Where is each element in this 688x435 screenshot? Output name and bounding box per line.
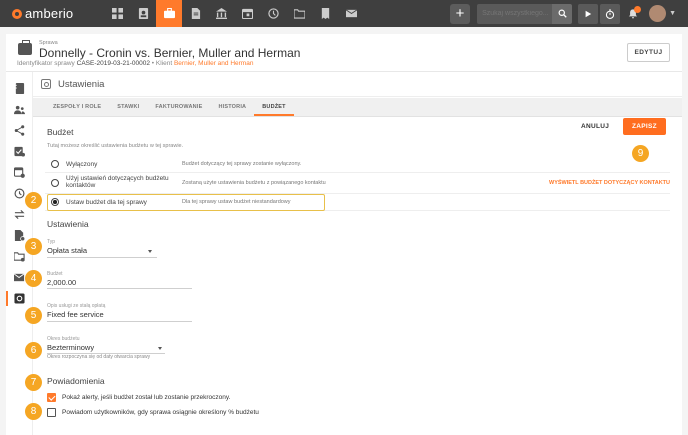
callout-badge: 3: [25, 238, 42, 255]
edit-button[interactable]: EDYTUJ: [627, 43, 670, 62]
avatar[interactable]: [649, 5, 667, 22]
desc-underline: [47, 321, 192, 322]
main-content: Ustawienia ZESPOŁY I ROLE STAWKI FAKTURO…: [33, 72, 682, 435]
invoices-icon[interactable]: [312, 0, 338, 27]
app-logo[interactable]: amberio: [12, 6, 92, 21]
callout-badge: 6: [25, 342, 42, 359]
settings-header: Ustawienia: [33, 72, 682, 97]
settings-icon: [41, 79, 51, 89]
type-underline: [47, 257, 157, 258]
budget-option-disabled[interactable]: Wyłączony Budżet dotyczący tej sprawy zo…: [45, 156, 670, 173]
option-desc: Budżet dotyczący tej sprawy zostanie wył…: [182, 161, 302, 167]
settings-icon[interactable]: [6, 288, 33, 309]
radio-contact[interactable]: [51, 179, 59, 187]
logo-mark-icon: [12, 8, 22, 19]
chevron-down-icon[interactable]: [158, 347, 162, 350]
share-icon[interactable]: [6, 120, 33, 141]
folder-icon[interactable]: [286, 0, 312, 27]
time-icon[interactable]: [260, 0, 286, 27]
cancel-button[interactable]: ANULUJ: [581, 123, 609, 130]
type-select[interactable]: Opłata stała: [47, 246, 87, 255]
top-bar-right: + ▼: [450, 0, 688, 27]
top-bar: amberio + ▼: [0, 0, 688, 27]
calendar-clock-icon[interactable]: [6, 162, 33, 183]
main-nav: [104, 0, 364, 27]
stopwatch-icon: [605, 8, 615, 19]
tab-teams-roles[interactable]: ZESPOŁY I ROLE: [45, 98, 109, 116]
case-id-value: CASE-2019-03-21-00002: [76, 60, 150, 67]
people-icon[interactable]: [6, 99, 33, 120]
court-icon[interactable]: [208, 0, 234, 27]
case-header: Sprawa Donnelly - Cronin vs. Bernier, Mu…: [6, 34, 682, 72]
budget-underline: [47, 288, 192, 289]
radio-disabled[interactable]: [51, 160, 59, 168]
tab-rates[interactable]: STAWKI: [109, 98, 147, 116]
option-label: Użyj ustawień dotyczących budżetu kontak…: [66, 175, 169, 189]
play-timer-button[interactable]: [578, 3, 599, 24]
callout-badge: 4: [25, 270, 42, 287]
view-contact-budget-link[interactable]: WYŚWIETL BUDŻET DOTYCZĄCY KONTAKTU: [549, 180, 670, 186]
option-label: Wyłączony: [66, 161, 98, 168]
contacts-icon[interactable]: [130, 0, 156, 27]
notify-users-checkbox[interactable]: [47, 408, 56, 417]
chevron-down-icon[interactable]: ▼: [669, 10, 676, 17]
alert-checkbox[interactable]: [47, 393, 56, 402]
callout-badge: 8: [25, 403, 42, 420]
calendar-icon[interactable]: [234, 0, 260, 27]
logo-text: amberio: [25, 6, 74, 21]
period-help: Okres rozpoczyna się od daty otwarcia sp…: [47, 354, 151, 360]
dashboard-icon[interactable]: [104, 0, 130, 27]
play-icon: [585, 10, 592, 17]
notifications-button[interactable]: [625, 4, 642, 24]
callout-badge: 2: [25, 192, 42, 209]
notifications-title: Powiadomienia: [47, 376, 105, 386]
ustawienia-title: Ustawienia: [47, 219, 89, 229]
client-link[interactable]: Bernier, Muller and Herman: [174, 60, 253, 67]
notebook-icon[interactable]: [6, 78, 33, 99]
settings-title: Ustawienia: [58, 79, 105, 90]
budget-title: Budżet: [47, 127, 74, 137]
page-title: Donnelly - Cronin vs. Bernier, Muller an…: [39, 46, 301, 60]
tab-budget[interactable]: BUDŻET: [254, 98, 294, 116]
budget-label: Budżet: [47, 271, 63, 277]
notify-users-label: Powiadom użytkowników, gdy sprawa osiągn…: [62, 409, 259, 416]
meta-separator: •: [151, 60, 155, 67]
search-icon: [558, 9, 567, 18]
period-label: Okres budżetu: [47, 336, 80, 342]
task-check-icon[interactable]: [6, 141, 33, 162]
notification-dot: [634, 5, 642, 13]
budget-option-contact[interactable]: Użyj ustawień dotyczących budżetu kontak…: [45, 173, 670, 194]
period-select[interactable]: Bezterminowy: [47, 343, 94, 352]
case-meta: Identyfikator sprawy CASE-2019-03-21-000…: [17, 60, 253, 67]
callout-badge: 9: [632, 145, 649, 162]
case-id-label: Identyfikator sprawy: [17, 60, 75, 67]
search-input[interactable]: [477, 3, 553, 24]
stopwatch-button[interactable]: [600, 3, 621, 24]
tab-billing[interactable]: FAKTUROWANIE: [147, 98, 210, 116]
selected-option-highlight: [47, 194, 325, 211]
mail-icon[interactable]: [338, 0, 364, 27]
type-label: Typ: [47, 239, 56, 245]
client-label: Klient: [155, 60, 173, 67]
add-button[interactable]: +: [450, 3, 471, 24]
callout-badge: 7: [25, 374, 42, 391]
tab-history[interactable]: HISTORIA: [210, 98, 254, 116]
alert-checkbox-label: Pokaż alerty, jeśli budżet został lub zo…: [62, 394, 231, 401]
service-desc-label: Opis usługi ze stałą opłatą: [47, 303, 106, 309]
cases-icon[interactable]: [156, 0, 182, 27]
budget-help: Tutaj możesz określić ustawienia budżetu…: [47, 143, 184, 149]
search-button[interactable]: [552, 3, 573, 24]
documents-icon[interactable]: [182, 0, 208, 27]
save-button[interactable]: ZAPISZ: [623, 118, 666, 135]
budget-amount-input[interactable]: 2,000.00: [47, 278, 76, 287]
briefcase-icon: [18, 40, 32, 55]
callout-badge: 5: [25, 307, 42, 324]
settings-tabs: ZESPOŁY I ROLE STAWKI FAKTUROWANIE HISTO…: [33, 98, 682, 117]
chevron-down-icon[interactable]: [148, 250, 152, 253]
service-desc-input[interactable]: Fixed fee service: [47, 310, 104, 319]
option-desc: Zostaną użyte ustawienia budżetu z powią…: [182, 180, 326, 186]
